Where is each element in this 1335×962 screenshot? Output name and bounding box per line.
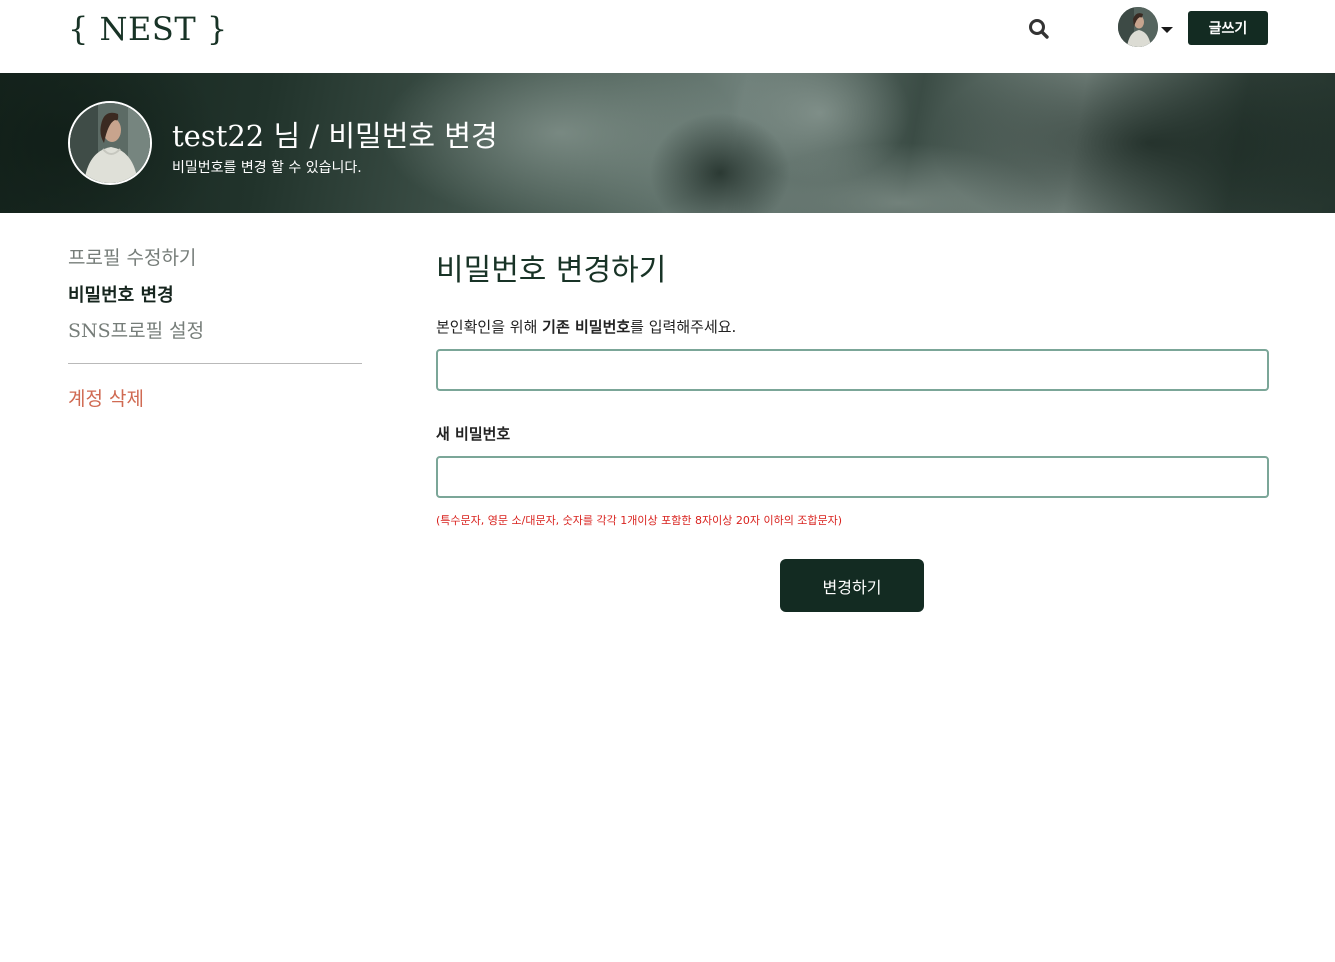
new-password-input[interactable] — [436, 456, 1269, 498]
search-icon[interactable] — [1026, 16, 1052, 42]
current-password-label-bold: 기존 비밀번호 — [542, 318, 631, 336]
sidebar-item-delete-account[interactable]: 계정 삭제 — [68, 384, 144, 411]
chevron-down-icon[interactable] — [1161, 27, 1173, 33]
site-logo[interactable]: { NEST } — [68, 10, 228, 48]
section-title: 비밀번호 변경하기 — [436, 253, 667, 288]
current-password-label: 본인확인을 위해 기존 비밀번호를 입력해주세요. — [436, 316, 736, 337]
new-password-label: 새 비밀번호 — [436, 425, 511, 443]
sidebar-divider — [68, 363, 362, 364]
current-password-label-prefix: 본인확인을 위해 — [436, 318, 543, 336]
user-menu[interactable] — [1118, 7, 1176, 47]
profile-avatar — [68, 101, 152, 185]
page-subtitle: 비밀번호를 변경 할 수 있습니다. — [172, 160, 362, 176]
sidebar-item-change-password[interactable]: 비밀번호 변경 — [68, 281, 174, 307]
profile-banner: test22 님 / 비밀번호 변경 비밀번호를 변경 할 수 있습니다. — [0, 73, 1335, 213]
password-rule-hint: (특수문자, 영문 소/대문자, 숫자를 각각 1개이상 포함한 8자이상 20… — [436, 514, 843, 527]
sidebar-item-edit-profile[interactable]: 프로필 수정하기 — [68, 243, 196, 270]
avatar[interactable] — [1118, 7, 1158, 47]
top-navbar: { NEST } 글쓰기 — [0, 0, 1335, 73]
page-title: test22 님 / 비밀번호 변경 — [172, 119, 498, 153]
write-post-button[interactable]: 글쓰기 — [1188, 11, 1268, 45]
change-password-button[interactable]: 변경하기 — [780, 559, 924, 612]
sidebar-item-sns-profile[interactable]: SNS프로필 설정 — [68, 316, 204, 343]
current-password-input[interactable] — [436, 349, 1269, 391]
current-password-label-suffix: 를 입력해주세요. — [630, 318, 737, 336]
